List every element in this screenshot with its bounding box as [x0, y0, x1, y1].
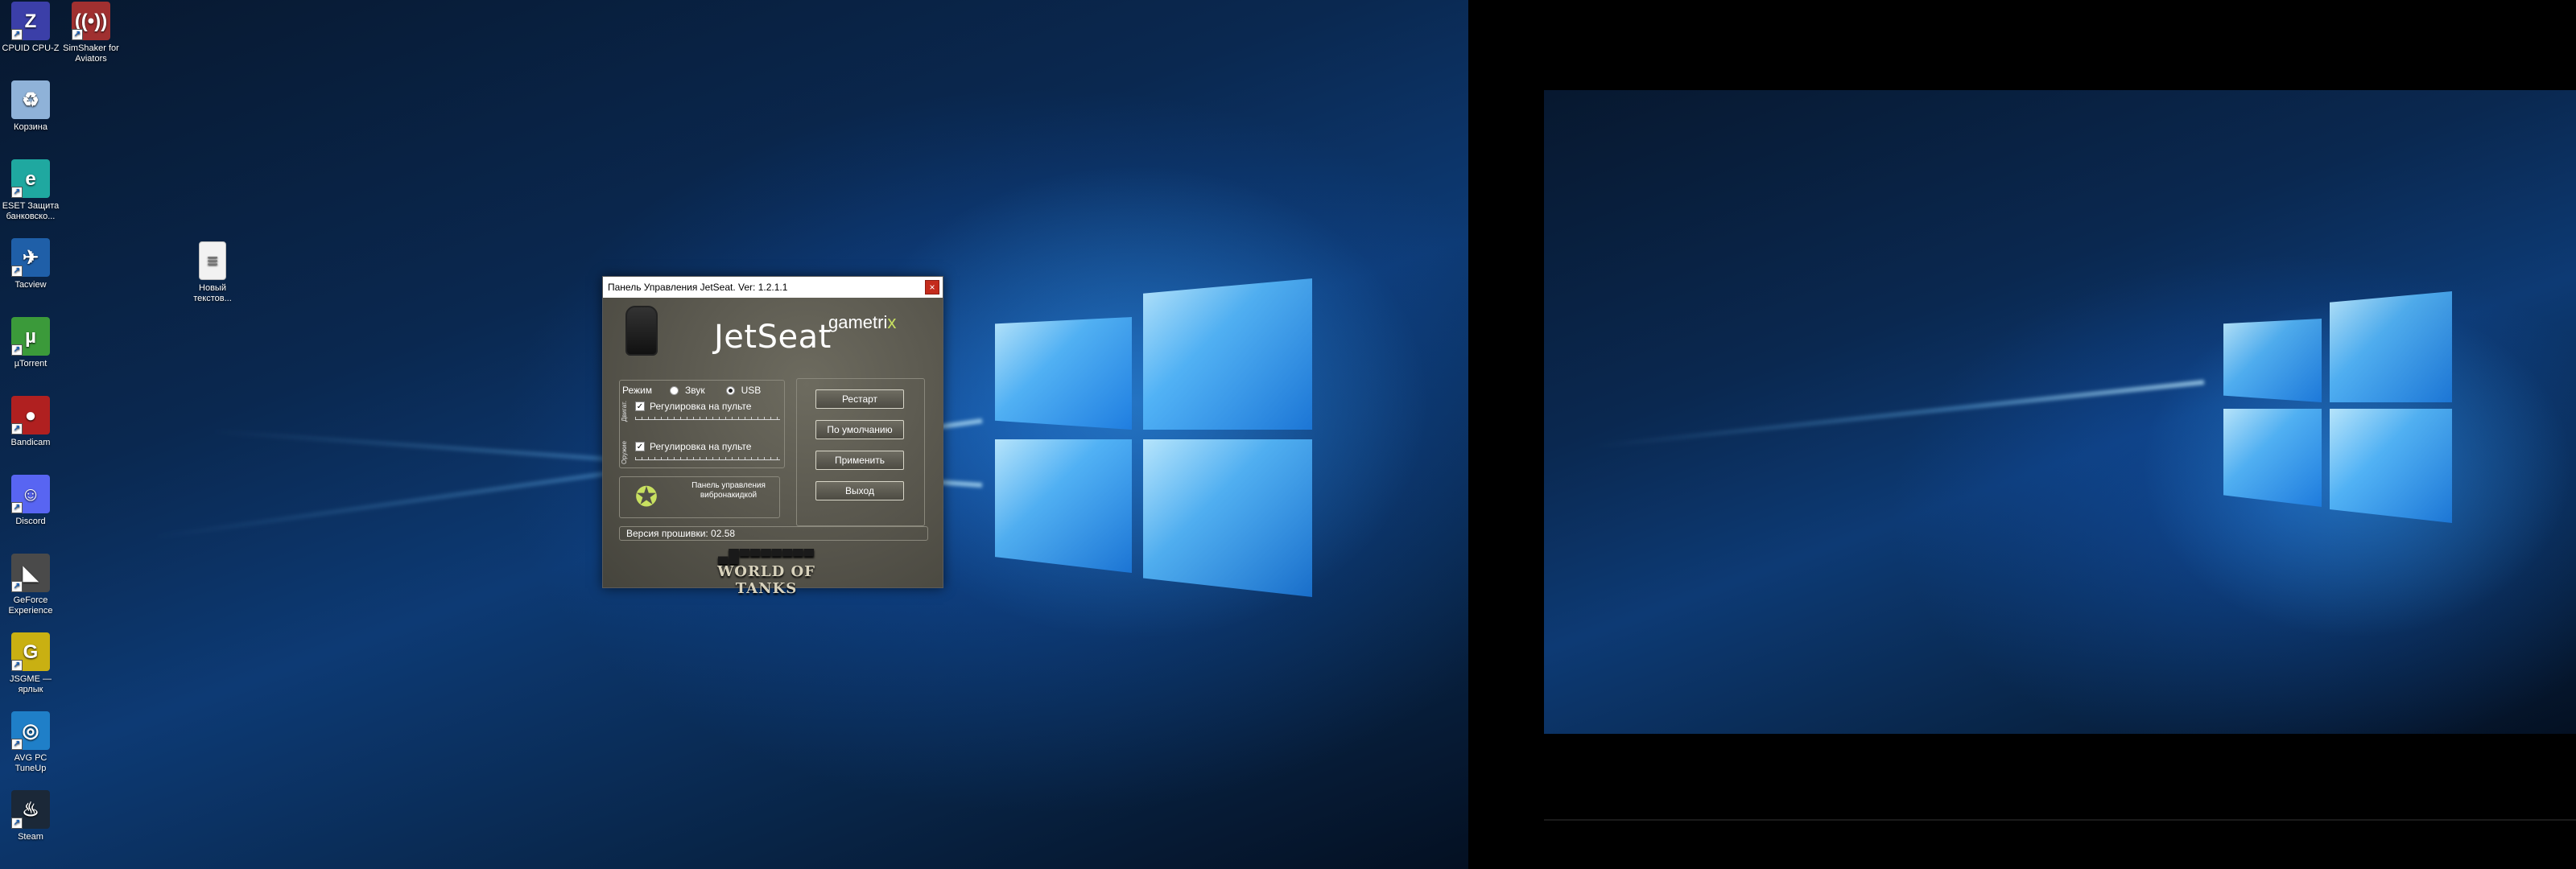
desktop-icon-simshaker[interactable]: ((•)) ↗ SimShaker for Aviators [60, 2, 122, 64]
weapon-check-row[interactable]: ✓ Регулировка на пульте [635, 441, 751, 452]
bandicam-icon: ● ↗ [11, 396, 50, 434]
text-file-icon: ≡ [199, 241, 226, 280]
desktop-icon-steam[interactable]: ♨ ↗ Steam [0, 790, 61, 842]
geforce-icon: ◣ ↗ [11, 554, 50, 592]
shortcut-arrow-icon: ↗ [11, 660, 23, 671]
engine-check-label: Регулировка на пульте [650, 401, 752, 412]
window-title: Панель Управления JetSeat. Ver: 1.2.1.1 [608, 282, 788, 293]
desktop-icon-discord[interactable]: ☺ ↗ Discord [0, 475, 61, 527]
desktop-icon-label: Корзина [14, 122, 47, 132]
brand-sub-text: gametri [828, 312, 888, 332]
windows-logo-pane [2223, 319, 2322, 402]
desktop-icon-label: Steam [18, 832, 43, 842]
firmware-version: Версия прошивки: 02.58 [619, 526, 928, 541]
shortcut-arrow-icon: ↗ [11, 502, 23, 513]
tacview-icon: ✈ ↗ [11, 238, 50, 277]
shortcut-arrow-icon: ↗ [11, 29, 23, 40]
brand-subtitle: gametrix [828, 312, 896, 333]
desktop-icon-label: Bandicam [10, 438, 51, 447]
desktop-icon-label: µTorrent [14, 359, 47, 369]
apply-button[interactable]: Применить [815, 451, 904, 470]
desktop-icon-label: Tacview [14, 280, 47, 290]
engine-slider[interactable] [635, 417, 780, 420]
discord-icon: ☺ ↗ [11, 475, 50, 513]
radio-sound-label: Звук [685, 385, 705, 396]
windows-logo-pane [1143, 439, 1312, 597]
shortcut-arrow-icon: ↗ [11, 423, 23, 434]
radio-sound[interactable] [670, 385, 679, 395]
desktop-icon-label: AVG PC TuneUp [14, 753, 47, 773]
mode-row: Режим Звук USB [622, 385, 761, 396]
jetseat-panel: JetSeat gametrix Режим Звук USB Двигат. … [603, 298, 943, 598]
shortcut-arrow-icon: ↗ [11, 739, 23, 750]
vibro-panel-link[interactable]: ✪ Панель управления вибронакидкой [619, 476, 780, 518]
desktop-icon-label: JSGME — ярлык [10, 674, 52, 694]
restart-button[interactable]: Рестарт [815, 389, 904, 409]
shortcut-arrow-icon: ↗ [11, 581, 23, 592]
light-beam [1595, 380, 2205, 449]
engine-checkbox[interactable]: ✓ [635, 402, 645, 411]
desktop-icon-label: SimShaker for Aviators [63, 43, 119, 64]
weapon-check-label: Регулировка на пульте [650, 441, 752, 452]
world-of-tanks-logo: ▄█▀▀▀▀▀▀▀ WORLD OF TANKS [706, 549, 827, 598]
window-titlebar[interactable]: Панель Управления JetSeat. Ver: 1.2.1.1 [603, 277, 943, 298]
desktop-icon-geforce[interactable]: ◣ ↗ GeForce Experience [0, 554, 61, 616]
desktop-icon-jsgme[interactable]: G ↗ JSGME — ярлык [0, 632, 61, 695]
tank-icon: ▄█▀▀▀▀▀▀▀ [718, 549, 815, 564]
mode-label: Режим [622, 385, 652, 396]
desktop-icon-eset[interactable]: e ↗ ESET Защита банковско... [0, 159, 61, 222]
divider-line [1544, 819, 2576, 821]
simshaker-icon: ((•)) ↗ [72, 2, 110, 40]
desktop-icon-utorrent[interactable]: µ ↗ µTorrent [0, 317, 61, 369]
jsgme-icon: G ↗ [11, 632, 50, 671]
windows-logo-pane [2330, 409, 2452, 523]
cpuz-icon: Z ↗ [11, 2, 50, 40]
desktop-icon-label: GeForce Experience [8, 595, 53, 616]
close-button[interactable]: × [925, 280, 939, 294]
wot-logo-text: WORLD OF TANKS [717, 563, 815, 597]
utorrent-icon: µ ↗ [11, 317, 50, 356]
desktop-icon-text-file[interactable]: ≡ Новый текстов... [182, 241, 243, 304]
desktop-icon-label: CPUID CPU-Z [2, 43, 60, 53]
windows-logo-pane [995, 439, 1132, 573]
shortcut-arrow-icon: ↗ [72, 29, 83, 40]
buttons-panel: Рестарт По умолчанию Применить Выход [796, 378, 925, 526]
weapon-checkbox[interactable]: ✓ [635, 442, 645, 451]
desktop-icon-label: ESET Защита банковско... [2, 201, 60, 221]
exit-button[interactable]: Выход [815, 481, 904, 500]
jetseat-window[interactable]: Панель Управления JetSeat. Ver: 1.2.1.1 … [602, 276, 943, 598]
seat-icon [625, 306, 658, 356]
windows-logo-pane [2330, 291, 2452, 402]
desktop-icon-recycle-bin[interactable]: ♻ Корзина [0, 80, 61, 133]
weapon-section-label: Оружие [621, 441, 628, 464]
desktop-icon-label: Discord [15, 517, 46, 526]
avg-tuneup-icon: ◎ ↗ [11, 711, 50, 750]
engine-section-label: Двигат. [621, 401, 628, 422]
windows-logo-pane [2223, 409, 2322, 507]
recycle-bin-icon: ♻ [11, 80, 50, 119]
engine-check-row[interactable]: ✓ Регулировка на пульте [635, 401, 751, 412]
weapon-slider[interactable] [635, 457, 780, 460]
desktop-icon-cpuz[interactable]: Z ↗ CPUID CPU-Z [0, 2, 61, 54]
vibro-person-icon: ✪ [634, 482, 658, 513]
steam-icon: ♨ ↗ [11, 790, 50, 829]
radio-usb-label: USB [741, 385, 762, 396]
radio-usb[interactable] [725, 385, 735, 395]
windows-logo-pane [1143, 278, 1312, 430]
desktop-right-monitor [1544, 90, 2576, 734]
shortcut-arrow-icon: ↗ [11, 818, 23, 829]
shortcut-arrow-icon: ↗ [11, 344, 23, 356]
shortcut-arrow-icon: ↗ [11, 187, 23, 198]
brand-sub-x: x [887, 312, 897, 332]
eset-icon: e ↗ [11, 159, 50, 198]
default-button[interactable]: По умолчанию [815, 420, 904, 439]
brand-title: JetSeat [714, 319, 832, 356]
vibro-panel-label: Панель управления вибронакидкой [691, 481, 766, 500]
windows-logo-pane [995, 317, 1132, 430]
desktop-icon-bandicam[interactable]: ● ↗ Bandicam [0, 396, 61, 448]
desktop-icon-avg-tuneup[interactable]: ◎ ↗ AVG PC TuneUp [0, 711, 61, 774]
shortcut-arrow-icon: ↗ [11, 266, 23, 277]
desktop-icon-label: Новый текстов... [193, 283, 232, 303]
desktop-icon-tacview[interactable]: ✈ ↗ Tacview [0, 238, 61, 290]
